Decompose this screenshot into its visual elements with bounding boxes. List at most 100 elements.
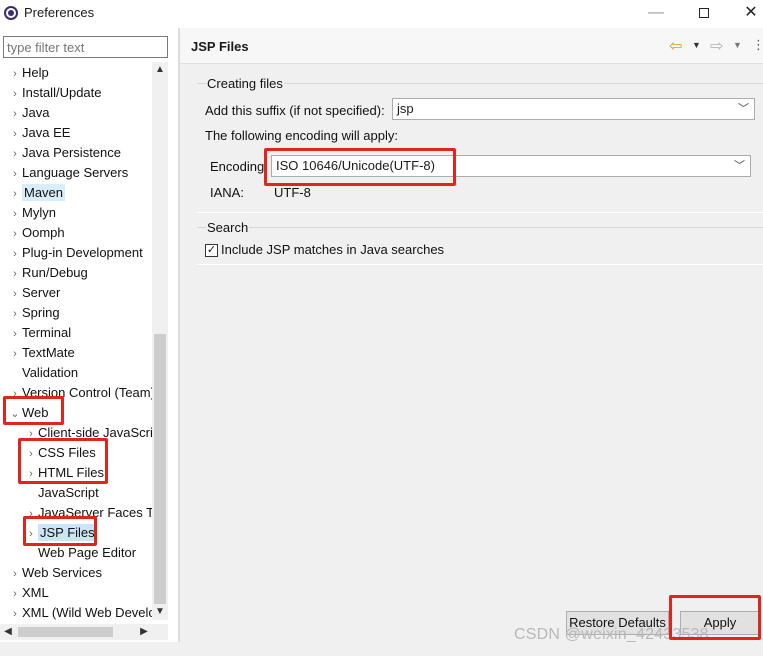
tree-item[interactable]: ›XML (Wild Web Developer) xyxy=(8,603,152,620)
tree-item[interactable]: › TextMate xyxy=(8,343,75,363)
tree-item[interactable]: › Help xyxy=(8,63,49,83)
iana-value: UTF-8 xyxy=(274,185,311,200)
encoding-value: ISO 10646/Unicode(UTF-8) xyxy=(276,158,435,173)
collapsed-chevron-icon[interactable]: › xyxy=(8,564,22,584)
hscroll-thumb[interactable] xyxy=(18,627,113,637)
scroll-left-icon[interactable]: ◀ xyxy=(0,624,16,640)
maximize-button[interactable] xyxy=(681,0,727,28)
tree-item[interactable]: › Maven xyxy=(8,183,66,204)
tree-item-label: Run/Debug xyxy=(22,265,88,280)
scroll-right-icon[interactable]: ▶ xyxy=(136,624,152,640)
tree-item-label: TextMate xyxy=(22,345,75,360)
tree-item-label: JavaServer Faces Tools xyxy=(38,505,152,520)
tree-item[interactable]: › Run/Debug xyxy=(8,263,88,283)
tree-item[interactable]: › Plug-in Development xyxy=(8,243,143,263)
tree-item[interactable]: Web Page Editor xyxy=(24,543,136,563)
encoding-combo[interactable]: ISO 10646/Unicode(UTF-8) ﹀ xyxy=(271,155,751,177)
tree-item-label: Java xyxy=(22,105,50,120)
collapsed-chevron-icon[interactable]: › xyxy=(8,124,22,144)
tree-item[interactable]: › Mylyn xyxy=(8,203,56,223)
tree-item[interactable]: › Language Servers xyxy=(8,163,128,183)
expanded-chevron-icon[interactable]: ⌄ xyxy=(8,404,22,424)
scroll-down-icon[interactable]: ▼ xyxy=(152,604,168,620)
collapsed-chevron-icon[interactable]: › xyxy=(8,104,22,124)
collapsed-chevron-icon[interactable]: › xyxy=(24,524,38,544)
encoding-label: Encoding xyxy=(210,159,265,174)
tree-item-label: XML xyxy=(22,585,49,600)
scroll-thumb[interactable] xyxy=(154,334,166,604)
collapsed-chevron-icon[interactable]: › xyxy=(8,84,22,104)
window-title: Preferences xyxy=(24,5,95,20)
forward-arrow-icon[interactable]: ⇨ xyxy=(710,36,723,56)
view-menu-icon[interactable]: ⋮ xyxy=(752,37,763,53)
maximize-icon xyxy=(699,8,709,18)
collapsed-chevron-icon[interactable]: › xyxy=(8,164,22,184)
tree-item-label: Mylyn xyxy=(22,205,56,220)
suffix-label: Add this suffix (if not specified): xyxy=(205,103,385,118)
iana-label: IANA: xyxy=(210,185,244,200)
collapsed-chevron-icon[interactable]: › xyxy=(24,444,38,464)
collapsed-chevron-icon[interactable]: › xyxy=(24,504,38,524)
collapsed-chevron-icon[interactable]: › xyxy=(8,64,22,84)
tree-item-label: Spring xyxy=(22,305,60,320)
tree-item[interactable]: › Version Control (Team) xyxy=(8,383,152,403)
back-arrow-icon[interactable]: ⇦ xyxy=(669,36,682,56)
tree-item-label: Java EE xyxy=(22,125,71,140)
eclipse-app-icon xyxy=(4,6,18,20)
collapsed-chevron-icon[interactable]: › xyxy=(8,344,22,364)
collapsed-chevron-icon[interactable]: › xyxy=(8,204,22,224)
collapsed-chevron-icon[interactable]: › xyxy=(8,224,22,244)
back-dropdown-icon[interactable]: ▼ xyxy=(692,40,701,50)
collapsed-chevron-icon[interactable]: › xyxy=(24,464,38,484)
tree-item-label: Language Servers xyxy=(22,165,129,180)
tree-item[interactable]: › Oomph xyxy=(8,223,65,244)
collapsed-chevron-icon[interactable]: › xyxy=(8,244,22,264)
tree-item[interactable]: › Java xyxy=(8,103,49,123)
chevron-down-icon: ﹀ xyxy=(738,103,749,115)
suffix-value: jsp xyxy=(397,101,414,116)
tree-item[interactable]: ⌄ Web xyxy=(8,403,48,424)
tree-item[interactable]: Validation xyxy=(8,363,78,383)
include-jsp-checkbox[interactable]: ✓ xyxy=(205,244,218,257)
collapsed-chevron-icon[interactable]: › xyxy=(8,184,22,204)
tree-item[interactable]: › Install/Update xyxy=(8,83,101,104)
tree-item[interactable]: › Terminal xyxy=(8,323,71,343)
tree-item-label: Plug-in Development xyxy=(22,245,143,260)
collapsed-chevron-icon[interactable]: › xyxy=(8,304,22,324)
collapsed-chevron-icon[interactable]: › xyxy=(24,424,38,444)
tree-vertical-scrollbar[interactable]: ▲ ▼ xyxy=(152,62,168,620)
tree-item[interactable]: › CSS Files xyxy=(24,443,96,463)
include-jsp-label[interactable]: Include JSP matches in Java searches xyxy=(221,242,444,257)
tree-item[interactable]: › JSP Files xyxy=(24,523,97,543)
tree-item[interactable]: › Server xyxy=(8,283,60,303)
tree-item[interactable]: JavaScript xyxy=(24,483,99,503)
forward-dropdown-icon[interactable]: ▼ xyxy=(733,40,742,50)
minimize-button[interactable]: — xyxy=(633,0,679,28)
collapsed-chevron-icon[interactable]: › xyxy=(8,284,22,304)
tree-item-label: Oomph xyxy=(22,225,65,240)
tree-item[interactable]: › Java Persistence xyxy=(8,143,121,163)
close-button[interactable]: ✕ xyxy=(728,0,763,28)
collapsed-chevron-icon[interactable]: › xyxy=(8,264,22,284)
tree-item-label: Validation xyxy=(22,365,79,380)
collapsed-chevron-icon[interactable]: › xyxy=(8,324,22,344)
tree-item-label: Terminal xyxy=(22,325,72,340)
creating-files-title: Creating files xyxy=(206,76,284,91)
collapsed-chevron-icon[interactable]: › xyxy=(8,384,22,404)
tree-item-label: HTML Files xyxy=(38,465,104,480)
collapsed-chevron-icon[interactable]: › xyxy=(8,144,22,164)
suffix-combo[interactable]: jsp ﹀ xyxy=(392,98,755,120)
tree-item[interactable]: › Java EE xyxy=(8,123,70,143)
tree-item[interactable]: ›JavaServer Faces Tools xyxy=(24,503,152,523)
tree-item[interactable]: › Spring xyxy=(8,303,60,324)
tree-item[interactable]: › Web Services xyxy=(8,563,102,583)
tree-item[interactable]: › HTML Files xyxy=(24,463,104,483)
filter-input[interactable] xyxy=(3,36,168,58)
collapsed-chevron-icon[interactable]: › xyxy=(8,584,22,604)
tree-item[interactable]: › XML xyxy=(8,583,49,603)
scroll-up-icon[interactable]: ▲ xyxy=(152,62,168,78)
tree-horizontal-scrollbar[interactable]: ◀ ▶ xyxy=(0,624,168,640)
tree-item[interactable]: › Client-side JavaScript xyxy=(24,423,152,443)
collapsed-chevron-icon[interactable]: › xyxy=(8,604,22,620)
search-title: Search xyxy=(206,220,250,235)
